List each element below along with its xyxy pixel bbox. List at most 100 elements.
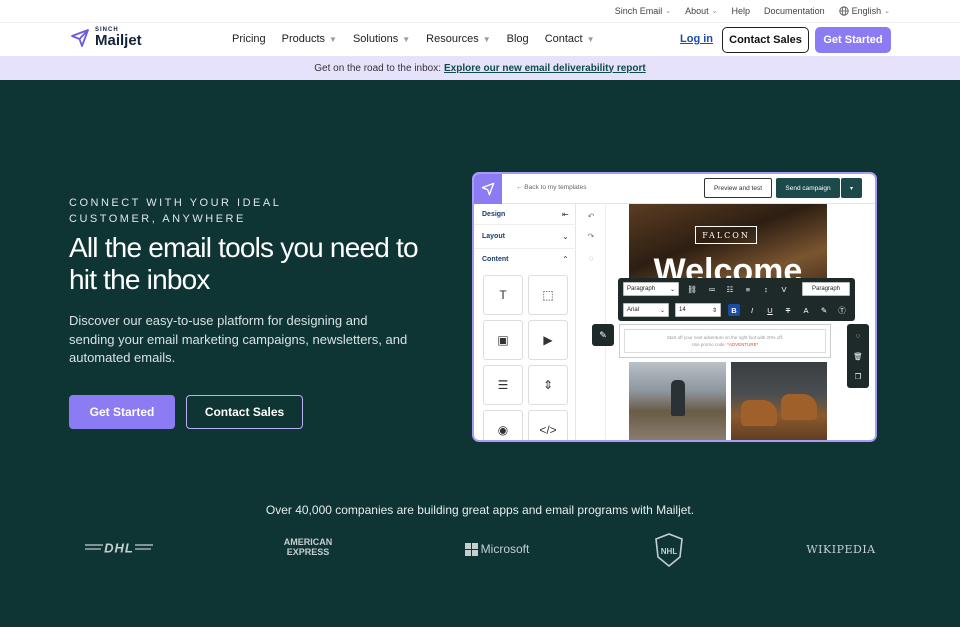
duplicate-icon[interactable]: ❐ (852, 370, 864, 382)
language-selector[interactable]: English ⌄ (838, 6, 890, 16)
chevron-down-icon: ⌄ (884, 8, 890, 15)
promo-code: *ADVENTURE* (727, 342, 759, 347)
hero-get-started-button[interactable]: Get Started (69, 395, 175, 429)
sidebar-content[interactable]: Content (482, 256, 508, 263)
microsoft-icon (464, 542, 478, 556)
divider-block-icon[interactable]: ☰ (483, 365, 523, 405)
font-size-stepper[interactable]: 14 ⇕ (675, 303, 721, 317)
comment-icon[interactable]: ◌ (852, 329, 864, 341)
banner-text: Get on the road to the inbox: (314, 62, 442, 74)
history-toolbar: ↶ ↷ ◌ (576, 204, 606, 440)
boot-left (741, 400, 777, 426)
selected-text-block[interactable]: Start off your next adventure on the rig… (619, 324, 831, 358)
chevron-down-icon: ⌄ (665, 8, 672, 15)
chevron-down-icon: ▼ (402, 34, 411, 44)
menu-solutions[interactable]: Solutions ▼ (353, 33, 410, 45)
redo-icon[interactable]: ↷ (585, 230, 597, 242)
mailjet-logo[interactable]: SINCH Mailjet (70, 27, 142, 48)
chevron-down-icon: ⌄ (669, 286, 675, 293)
sidebar-design[interactable]: Design (482, 211, 505, 218)
contact-sales-button[interactable]: Contact Sales (722, 27, 809, 53)
text-block-icon[interactable]: T (483, 275, 523, 315)
style-select[interactable]: Paragraph (802, 282, 850, 296)
editor-sidebar: Design ⇤ Layout ⌄ Content ⌃ T ⬚ ▣ ▶ ☰ ⇕ … (474, 204, 576, 440)
nhl-shield-icon: NHL (655, 533, 683, 567)
globe-icon (838, 6, 849, 16)
button-block-icon[interactable]: ⬚ (528, 275, 568, 315)
comment-icon[interactable]: ◌ (585, 252, 597, 264)
chevron-down-icon: ▼ (586, 34, 595, 44)
paper-plane-icon (71, 28, 89, 47)
hero-headline: All the email tools you need to hit the … (69, 232, 419, 295)
bold-icon[interactable]: B (728, 304, 740, 316)
trash-icon[interactable]: 🗑 (852, 350, 864, 362)
menu-blog[interactable]: Blog (507, 33, 529, 45)
variable-icon[interactable]: V (778, 283, 790, 295)
collapse-icon[interactable]: ⇤ (562, 210, 569, 219)
divider (474, 248, 576, 249)
strikethrough-icon[interactable]: T (782, 304, 794, 316)
html-block-icon[interactable]: </> (528, 410, 568, 440)
sidebar-layout[interactable]: Layout (482, 233, 505, 240)
block-actions-toolbar: ◌ 🗑 ❐ (847, 324, 869, 388)
login-link[interactable]: Log in (680, 33, 713, 45)
hero-subtext: Discover our easy-to-use platform for de… (69, 313, 408, 365)
chevron-down-icon: ⌄ (711, 8, 718, 15)
utility-help[interactable]: Help (732, 6, 751, 16)
hero-eyebrow: CONNECT WITH YOUR IDEAL CUSTOMER, ANYWHE… (69, 197, 281, 225)
menu-resources[interactable]: Resources ▼ (426, 33, 491, 45)
microsoft-logo: Microsoft (462, 542, 532, 556)
numbered-list-icon[interactable]: ≔ (706, 283, 718, 295)
block-type-select[interactable]: Paragraph ⌄ (623, 282, 679, 296)
link-icon[interactable]: ⛓ (686, 283, 698, 295)
social-proof-text: Over 40,000 companies are building great… (265, 503, 695, 517)
text-color-icon[interactable]: A (800, 304, 812, 316)
chevron-down-icon: ⌄ (562, 232, 569, 241)
divider (474, 224, 576, 225)
chevron-down-icon: ▾ (849, 185, 853, 192)
edit-pencil-icon[interactable]: ✎ (592, 324, 614, 346)
menu-contact[interactable]: Contact ▼ (545, 33, 595, 45)
utility-about[interactable]: About ⌄ (685, 6, 717, 16)
image-block-icon[interactable]: ▣ (483, 320, 523, 360)
italic-icon[interactable]: I (746, 304, 758, 316)
get-started-button[interactable]: Get Started (815, 27, 891, 53)
video-block-icon[interactable]: ▶ (528, 320, 568, 360)
font-family-select[interactable]: Arial ⌄ (623, 303, 669, 317)
text-format-toolbar: Paragraph ⌄ ⛓ ≔ ☷ ≡ ↕ V Paragraph Arial ⌄ … (618, 278, 855, 321)
underline-icon[interactable]: U (764, 304, 776, 316)
align-left-icon[interactable]: ≡ (742, 283, 754, 295)
chevron-up-icon: ⌃ (562, 255, 569, 264)
wikipedia-logo: WIKIPEDIA (806, 543, 876, 556)
bullet-list-icon[interactable]: ☷ (724, 283, 736, 295)
chevron-down-icon: ▼ (329, 34, 337, 44)
dhl-logo: DHL (85, 541, 153, 555)
amex-logo: AMERICAN EXPRESS (283, 537, 333, 557)
utility-bar: Sinch Email ⌄ About ⌄ Help Documentation E… (0, 0, 960, 22)
utility-documentation[interactable]: Documentation (764, 6, 825, 16)
social-block-icon[interactable]: ◉ (483, 410, 523, 440)
brand-mailjet: Mailjet (95, 32, 142, 49)
send-campaign-button[interactable]: Send campaign (776, 178, 840, 198)
preview-and-test-button[interactable]: Preview and test (704, 178, 772, 198)
back-to-templates-link[interactable]: ← Back to my templates (516, 184, 586, 191)
hiker-figure (671, 380, 685, 416)
clear-format-icon[interactable]: Ⓣ (836, 304, 848, 316)
undo-icon[interactable]: ↶ (585, 210, 597, 222)
boot-right (781, 394, 817, 420)
send-options-button[interactable]: ▾ (841, 178, 862, 198)
spacer-block-icon[interactable]: ⇕ (528, 365, 568, 405)
highlight-icon[interactable]: ✎ (818, 304, 830, 316)
hero-contact-sales-button[interactable]: Contact Sales (186, 395, 303, 429)
utility-sinch-email[interactable]: Sinch Email ⌄ (615, 6, 671, 16)
menu-products[interactable]: Products ▼ (282, 33, 337, 45)
dhl-logo-mark: DHL (85, 541, 153, 555)
banner-link[interactable]: Explore our new email deliverability rep… (444, 63, 646, 74)
line-height-icon[interactable]: ↕ (760, 283, 772, 295)
email-body-text[interactable]: Start off your next adventure on the rig… (624, 329, 826, 353)
menu-pricing[interactable]: Pricing (232, 33, 266, 45)
chevron-down-icon: ▼ (482, 34, 491, 44)
main-menu: Pricing Products ▼ Solutions ▼ Resources ▼ … (232, 33, 595, 45)
announcement-banner: Get on the road to the inbox: Explore ou… (0, 56, 960, 80)
customer-logos: DHL AMERICAN EXPRESS Microsoft NHL WIKIP… (0, 533, 960, 569)
